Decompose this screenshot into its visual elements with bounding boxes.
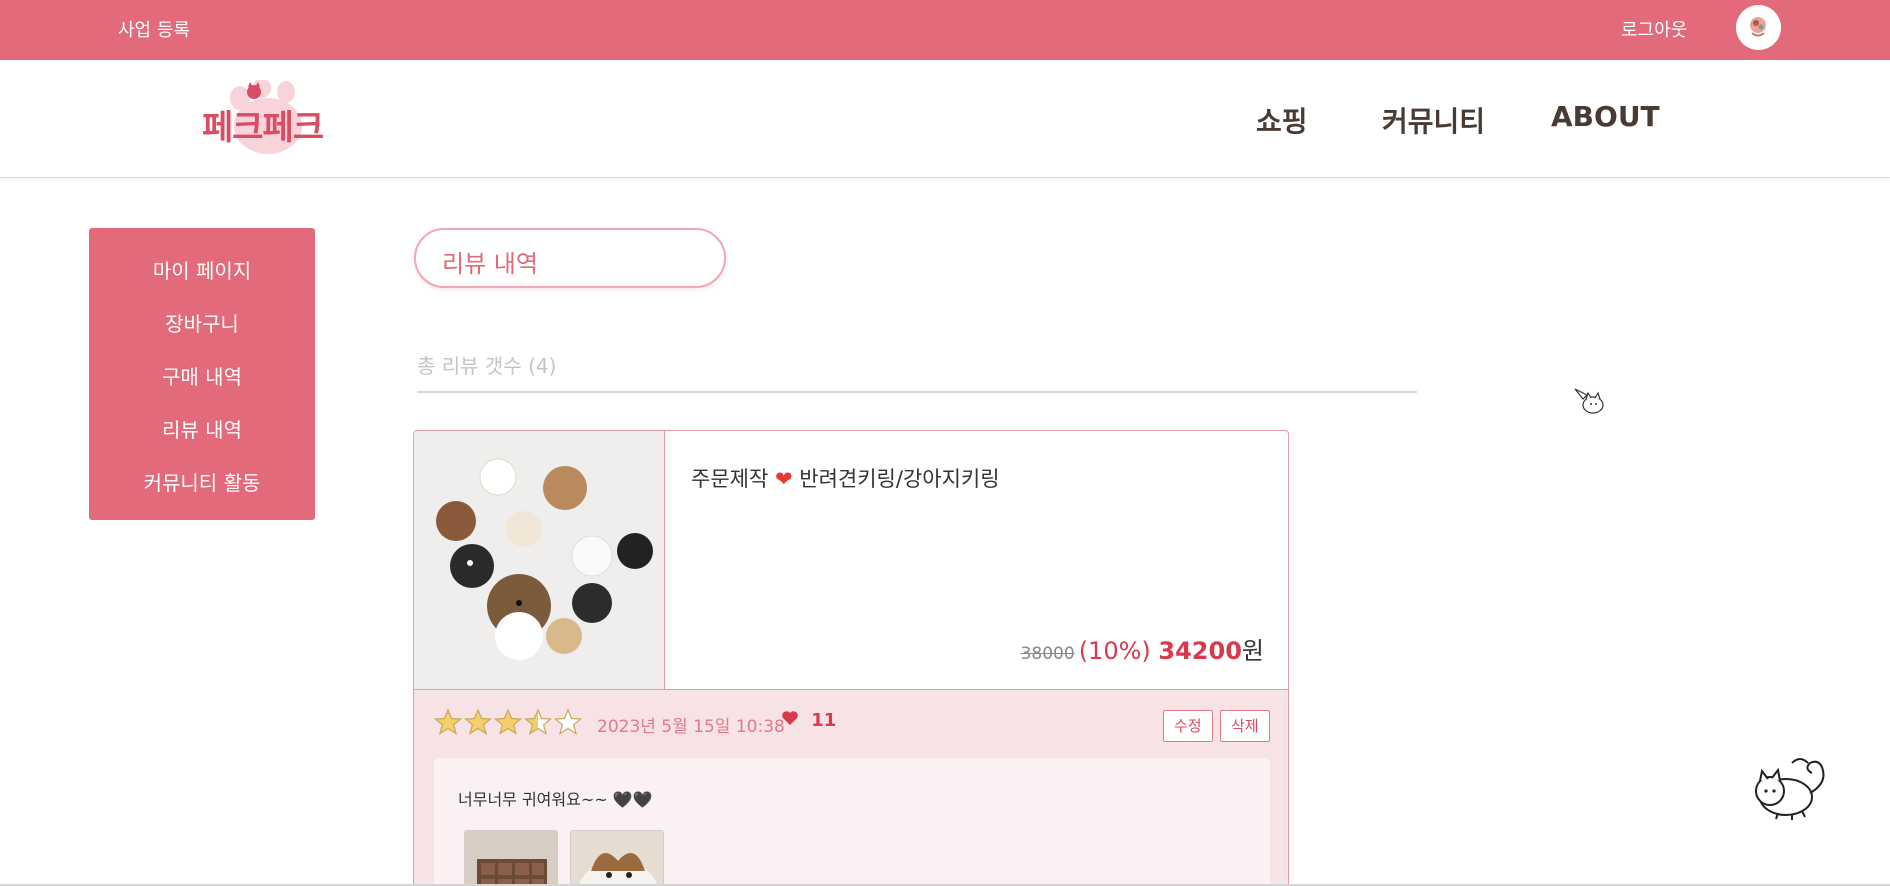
brand-logo[interactable]: 페크페크 — [200, 80, 340, 160]
review-count: 총 리뷰 갯수 (4) — [417, 354, 557, 378]
main-header: 페크페크 쇼핑 커뮤니티 ABOUT — [0, 60, 1890, 178]
product-name[interactable]: 주문제작 ❤ 반려견키링/강아지키링 — [691, 463, 1000, 493]
sidebar-item-cart[interactable]: 장바구니 — [89, 308, 315, 337]
logo-text: 페크페크 — [202, 108, 324, 148]
original-price: 38000 — [1020, 644, 1075, 664]
review-photo[interactable] — [464, 830, 558, 886]
business-register-link[interactable]: 사업 등록 — [118, 16, 190, 42]
cursor-cat-icon — [1573, 387, 1607, 421]
sidebar-item-mypage[interactable]: 마이 페이지 — [89, 255, 315, 284]
product-image[interactable] — [414, 431, 665, 689]
review-section: 2023년 5월 15일 10:38 11 수정 삭제 너무너무 귀여워요~~ … — [414, 689, 1288, 886]
nav-shopping[interactable]: 쇼핑 — [1256, 100, 1308, 140]
edit-button[interactable]: 수정 — [1163, 710, 1213, 742]
sidebar-item-reviews[interactable]: 리뷰 내역 — [89, 414, 315, 443]
review-card: 주문제작 ❤ 반려견키링/강아지키링 38000 (10%) 34200원 20… — [413, 430, 1289, 886]
nav-about[interactable]: ABOUT — [1551, 100, 1660, 133]
nav-community[interactable]: 커뮤니티 — [1382, 100, 1485, 140]
cat-mascot-icon[interactable] — [1752, 753, 1834, 825]
heart-icon: ❤ — [774, 467, 793, 491]
like-count-value: 11 — [811, 710, 837, 731]
star-rating — [433, 708, 584, 738]
sidebar-item-purchases[interactable]: 구매 내역 — [89, 361, 315, 390]
heart-icon[interactable] — [781, 710, 805, 731]
delete-button[interactable]: 삭제 — [1220, 710, 1270, 742]
star-icon — [433, 708, 583, 735]
logout-link[interactable]: 로그아웃 — [1621, 16, 1687, 42]
price-block: 38000 (10%) 34200원 — [1021, 631, 1264, 666]
product-name-suffix: 반려견키링/강아지키링 — [799, 467, 1000, 491]
page-title-pill: 리뷰 내역 — [414, 228, 726, 288]
final-price: 34200 — [1158, 637, 1242, 665]
avatar-icon[interactable] — [1736, 5, 1781, 50]
currency-unit: 원 — [1241, 637, 1264, 665]
divider — [417, 391, 1417, 393]
review-date: 2023년 5월 15일 10:38 — [597, 717, 785, 737]
review-photo[interactable] — [570, 830, 664, 886]
like-count[interactable]: 11 — [781, 710, 836, 731]
sidebar-item-community-activity[interactable]: 커뮤니티 활동 — [89, 467, 315, 496]
mypage-sidebar: 마이 페이지 장바구니 구매 내역 리뷰 내역 커뮤니티 활동 — [89, 228, 315, 520]
review-body: 너무너무 귀여워요~~ 🖤🖤 — [434, 758, 1270, 886]
product-name-prefix: 주문제작 — [691, 467, 769, 491]
page-title: 리뷰 내역 — [442, 250, 538, 278]
discount-rate: (10%) — [1078, 637, 1151, 665]
review-text: 너무너무 귀여워요~~ 🖤🖤 — [458, 790, 653, 809]
top-bar: 사업 등록 로그아웃 — [0, 0, 1890, 60]
